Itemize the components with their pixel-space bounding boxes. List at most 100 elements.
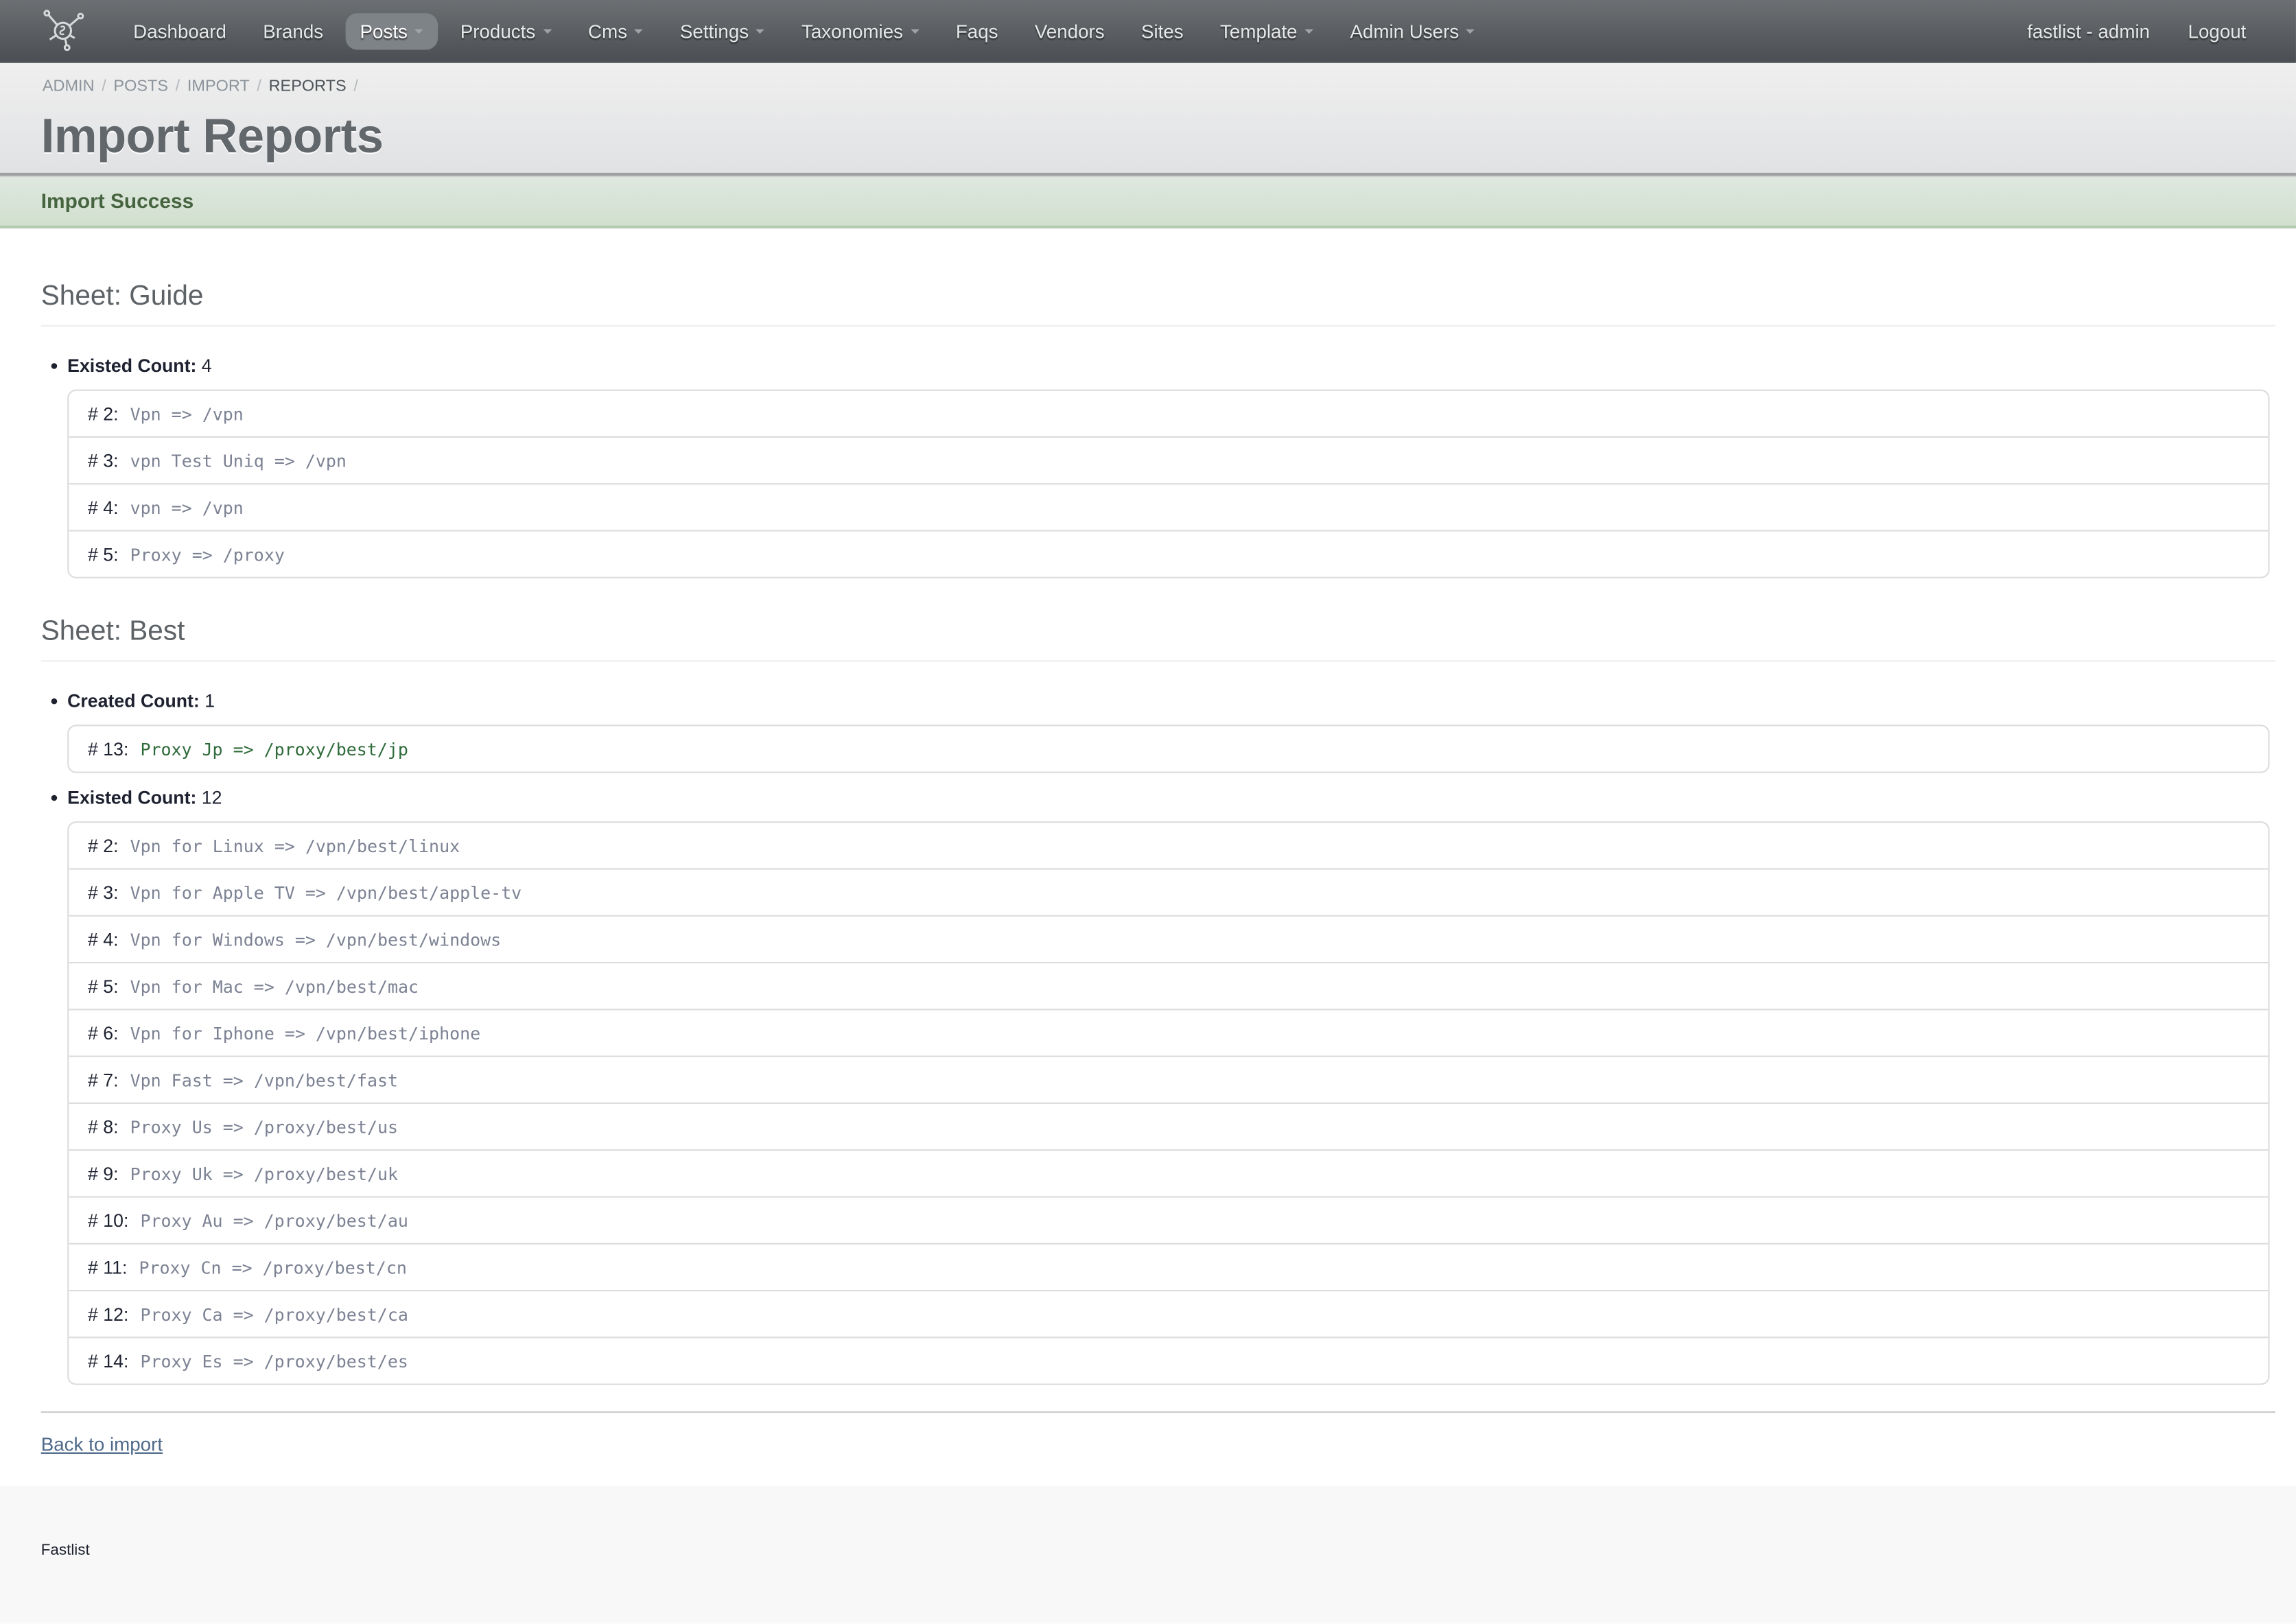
divider (40, 1411, 2276, 1413)
breadcrumb-posts[interactable]: POSTS (113, 78, 168, 95)
row-number: # 13: (88, 738, 129, 760)
breadcrumb: ADMIN / POSTS / IMPORT / REPORTS / (43, 78, 366, 95)
nav-item-cms[interactable]: Cms (574, 12, 658, 49)
count-label: Existed Count: (67, 788, 197, 808)
list-item: # 2: Vpn => /vpn (69, 391, 2268, 436)
list-item: # 5: Vpn for Mac => /vpn/best/mac (69, 961, 2269, 1009)
count-label: Created Count: (67, 691, 200, 712)
nav-item-label: Admin Users (1350, 19, 1460, 42)
caret-down-icon (910, 29, 919, 34)
breadcrumb-separator: / (102, 78, 106, 95)
list-item: # 2: Vpn for Linux => /vpn/best/linux (69, 823, 2268, 868)
sheet-title: Sheet: Best (40, 616, 2276, 662)
nav-item-posts[interactable]: Posts (345, 12, 438, 49)
row-number: # 12: (88, 1304, 129, 1325)
nav-item-admin-users[interactable]: Admin Users (1335, 12, 1490, 49)
existed-count-item: Existed Count: 4 # 2: Vpn => /vpn # 3: vpn T… (41, 354, 2275, 578)
list-item: # 3: vpn Test Uniq => /vpn (69, 436, 2269, 483)
nav-item-label: Settings (679, 19, 749, 42)
row-mapping: Proxy Uk => /proxy/best/uk (130, 1163, 399, 1184)
nav-item-sites[interactable]: Sites (1127, 12, 1198, 49)
nav-item-label: Faqs (955, 19, 998, 42)
page-title: Import Reports (40, 108, 384, 163)
row-number: # 3: (88, 882, 119, 903)
count-value: 4 (201, 355, 212, 377)
nav-item-vendors[interactable]: Vendors (1020, 12, 1119, 49)
count-label-row: Created Count: 1 (67, 690, 2275, 713)
row-number: # 4: (88, 928, 119, 950)
created-count-item: Created Count: 1 # 13: Proxy Jp => /proxy/… (41, 690, 2275, 773)
list-item: # 12: Proxy Ca => /proxy/best/ca (69, 1289, 2269, 1337)
row-number: # 4: (88, 497, 119, 518)
sheet-count-list: Created Count: 1 # 13: Proxy Jp => /proxy/… (41, 690, 2275, 1385)
row-number: # 6: (88, 1022, 119, 1044)
footer-brand: Fastlist (40, 1541, 90, 1560)
row-mapping: Vpn for Mac => /vpn/best/mac (130, 976, 419, 997)
bullet-icon (51, 363, 58, 369)
created-rows-list: # 13: Proxy Jp => /proxy/best/jp (67, 725, 2270, 773)
row-mapping: Vpn for Windows => /vpn/best/windows (130, 928, 502, 950)
row-number: # 8: (88, 1116, 119, 1137)
nav-item-settings[interactable]: Settings (666, 12, 780, 49)
list-item: # 13: Proxy Jp => /proxy/best/jp (69, 726, 2268, 771)
row-mapping: Proxy => /proxy (130, 543, 285, 565)
row-mapping: Proxy Jp => /proxy/best/jp (140, 738, 408, 760)
nav-item-label: Brands (263, 19, 324, 42)
nav-item-template[interactable]: Template (1206, 12, 1328, 49)
bullet-icon (51, 795, 58, 801)
caret-down-icon (1466, 29, 1475, 34)
nav-item-dashboard[interactable]: Dashboard (119, 12, 241, 49)
breadcrumb-import[interactable]: IMPORT (187, 78, 250, 95)
count-label-row: Existed Count: 12 (67, 786, 2275, 810)
list-item: # 6: Vpn for Iphone => /vpn/best/iphone (69, 1009, 2269, 1055)
row-number: # 10: (88, 1210, 129, 1231)
row-mapping: Vpn => /vpn (130, 403, 244, 424)
footer: Fastlist (0, 1485, 2296, 1624)
row-mapping: Vpn Fast => /vpn/best/fast (130, 1069, 399, 1090)
row-mapping: Vpn for Apple TV => /vpn/best/apple-tv (130, 882, 522, 903)
nav-item-products[interactable]: Products (445, 12, 566, 49)
row-mapping: Vpn for Linux => /vpn/best/linux (130, 835, 460, 856)
nav-item-brands[interactable]: Brands (248, 12, 338, 49)
row-number: # 2: (88, 835, 119, 856)
row-mapping: Proxy Cn => /proxy/best/cn (139, 1256, 407, 1278)
bullet-icon (51, 698, 58, 705)
back-to-import-link[interactable]: Back to import (41, 1433, 163, 1455)
existed-rows-list: # 2: Vpn => /vpn # 3: vpn Test Uniq => /vpn… (67, 389, 2270, 578)
nav-item-taxonomies[interactable]: Taxonomies (787, 12, 934, 49)
list-item: # 4: Vpn for Windows => /vpn/best/windows (69, 915, 2269, 962)
logo-icon[interactable] (40, 8, 86, 54)
row-number: # 14: (88, 1350, 129, 1372)
breadcrumb-separator: / (353, 78, 358, 95)
list-item: # 14: Proxy Es => /proxy/best/es (69, 1337, 2269, 1383)
sheet-title: Sheet: Guide (40, 281, 2276, 327)
count-label: Existed Count: (67, 355, 197, 377)
success-alert: Import Success (0, 176, 2296, 228)
row-number: # 5: (88, 543, 119, 565)
caret-down-icon (755, 29, 765, 34)
count-value: 1 (204, 691, 215, 712)
nav-item-faqs[interactable]: Faqs (941, 12, 1012, 49)
sheet-count-list: Existed Count: 4 # 2: Vpn => /vpn # 3: vpn T… (41, 354, 2275, 578)
breadcrumb-separator: / (257, 78, 261, 95)
breadcrumb-admin[interactable]: ADMIN (43, 78, 95, 95)
nav-item-label: Posts (360, 19, 408, 42)
existed-count-item: Existed Count: 12 # 2: Vpn for Linux => /v… (41, 786, 2275, 1385)
existed-rows-list: # 2: Vpn for Linux => /vpn/best/linux # 3:… (67, 821, 2270, 1385)
logout-link[interactable]: Logout (2173, 12, 2261, 49)
nav-item-label: Cms (588, 19, 628, 42)
row-mapping: vpn => /vpn (130, 497, 244, 518)
row-number: # 7: (88, 1069, 119, 1090)
caret-down-icon (634, 29, 644, 34)
nav-item-label: Template (1220, 19, 1298, 42)
page: Dashboard Brands Posts Products Cms Settings T… (0, 0, 2296, 1624)
current-user-link[interactable]: fastlist - admin (2013, 12, 2165, 49)
row-mapping: Proxy Ca => /proxy/best/ca (140, 1304, 408, 1325)
row-number: # 2: (88, 403, 119, 424)
list-item: # 4: vpn => /vpn (69, 483, 2269, 530)
list-item: # 5: Proxy => /proxy (69, 530, 2269, 576)
list-item: # 7: Vpn Fast => /vpn/best/fast (69, 1055, 2269, 1103)
caret-down-icon (414, 29, 424, 34)
caret-down-icon (1304, 29, 1314, 34)
nav-menu: Dashboard Brands Posts Products Cms Settings T… (119, 12, 1497, 49)
